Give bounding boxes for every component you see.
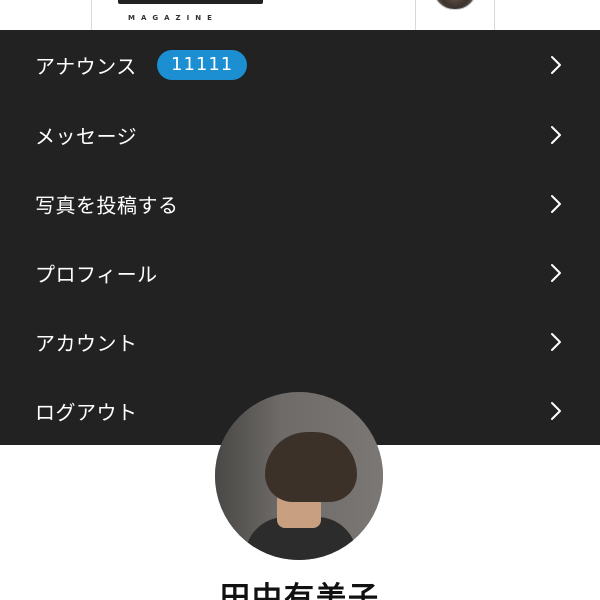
chevron-right-icon <box>550 401 562 421</box>
header-avatar[interactable] <box>433 0 477 10</box>
chevron-right-icon <box>550 55 562 75</box>
photo-hair <box>265 432 357 502</box>
chevron-right-icon <box>550 263 562 283</box>
menu-item-announcements[interactable]: アナウンス 11111 <box>0 30 600 100</box>
profile-name: 田中有美子 <box>220 581 380 600</box>
menu-item-profile[interactable]: プロフィール <box>0 238 600 307</box>
header-divider <box>91 0 92 30</box>
chevron-right-icon <box>550 194 562 214</box>
site-header: MAGAZINE <box>0 0 600 30</box>
menu-item-label: アカウント <box>35 331 138 355</box>
header-divider <box>494 0 495 30</box>
profile-photo[interactable] <box>215 392 383 560</box>
announcement-count-badge: 11111 <box>157 50 248 80</box>
menu-item-label: メッセージ <box>35 124 138 148</box>
menu-item-label: 写真を投稿する <box>35 193 179 217</box>
header-divider <box>415 0 416 30</box>
menu-item-label: プロフィール <box>35 262 158 286</box>
app-page: MAGAZINE アナウンス 11111 メッセージ 写真を投稿する プロフィー… <box>0 0 600 600</box>
menu-item-label: アナウンス <box>35 54 137 79</box>
menu-item-account[interactable]: アカウント <box>0 307 600 376</box>
menu-item-post-photo[interactable]: 写真を投稿する <box>0 169 600 238</box>
user-dropdown-menu: アナウンス 11111 メッセージ 写真を投稿する プロフィール アカウント ロ… <box>0 30 600 445</box>
logo-subtitle: MAGAZINE <box>128 14 218 22</box>
site-logo[interactable]: MAGAZINE <box>116 0 266 28</box>
chevron-right-icon <box>550 332 562 352</box>
logo-mark <box>118 0 263 4</box>
menu-item-label: ログアウト <box>35 400 138 424</box>
chevron-right-icon <box>550 125 562 145</box>
menu-item-messages[interactable]: メッセージ <box>0 100 600 169</box>
